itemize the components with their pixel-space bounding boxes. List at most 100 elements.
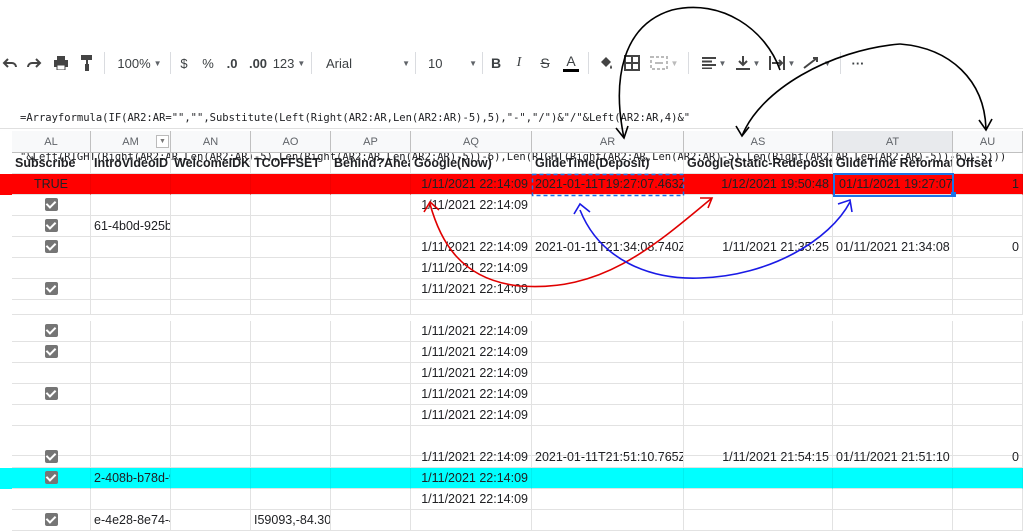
- borders-icon[interactable]: [622, 44, 642, 82]
- cell-ao[interactable]: [251, 384, 331, 405]
- header-cell-am[interactable]: IntroVideoID: [91, 153, 171, 174]
- cell-ar[interactable]: [532, 405, 684, 426]
- cell-aq[interactable]: 1/11/2021 22:14:09: [411, 447, 532, 468]
- cell-an[interactable]: [171, 342, 251, 363]
- cell-as[interactable]: [684, 321, 833, 342]
- cell-ao[interactable]: [251, 300, 331, 315]
- cell-ar[interactable]: [532, 363, 684, 384]
- cell-au[interactable]: [953, 300, 1023, 315]
- cell-ao[interactable]: [251, 195, 331, 216]
- cell-at[interactable]: [833, 468, 953, 489]
- cell-al[interactable]: [12, 195, 91, 216]
- header-cell-an[interactable]: WelcomeIDKe: [171, 153, 251, 174]
- cell-al[interactable]: [12, 363, 91, 384]
- text-rotate-icon[interactable]: ▼: [802, 44, 832, 82]
- italic-button[interactable]: I: [513, 44, 525, 82]
- cell-aq[interactable]: 1/11/2021 22:14:09: [411, 237, 532, 258]
- cell-am[interactable]: [91, 447, 171, 468]
- currency-button[interactable]: $: [176, 44, 192, 82]
- cell-an[interactable]: [171, 384, 251, 405]
- cell-au[interactable]: [953, 321, 1023, 342]
- cell-am[interactable]: [91, 258, 171, 279]
- cell-ap[interactable]: [331, 237, 411, 258]
- cell-au[interactable]: 0: [953, 447, 1023, 468]
- cell-ao[interactable]: [251, 237, 331, 258]
- cell-ar[interactable]: [532, 489, 684, 510]
- cell-am[interactable]: [91, 489, 171, 510]
- cell-an[interactable]: [171, 447, 251, 468]
- more-formats-button[interactable]: 123 ▼: [273, 44, 306, 82]
- checkbox-checked[interactable]: [44, 324, 58, 337]
- print-icon[interactable]: [50, 44, 72, 82]
- cell-as[interactable]: [684, 195, 833, 216]
- cell-ar[interactable]: 2021-01-11T21:51:10.765Z: [532, 447, 684, 468]
- cell-an[interactable]: [171, 363, 251, 384]
- cell-am[interactable]: [91, 300, 171, 315]
- cell-at[interactable]: 01/11/2021 21:51:10: [833, 447, 953, 468]
- cell-ao[interactable]: [251, 342, 331, 363]
- cell-as[interactable]: 1/12/2021 19:50:48: [684, 174, 833, 195]
- cell-at[interactable]: [833, 489, 953, 510]
- cell-al[interactable]: TRUE: [12, 174, 91, 195]
- cell-ar[interactable]: [532, 279, 684, 300]
- cell-al[interactable]: [12, 405, 91, 426]
- cell-at[interactable]: [833, 384, 953, 405]
- cell-ar[interactable]: [532, 258, 684, 279]
- cell-au[interactable]: 1: [953, 174, 1023, 195]
- cell-au[interactable]: [953, 279, 1023, 300]
- cell-ar[interactable]: [532, 321, 684, 342]
- cell-am[interactable]: [91, 195, 171, 216]
- checkbox-checked[interactable]: [44, 282, 58, 295]
- header-cell-ar[interactable]: GlideTime(Deposit): [532, 153, 684, 174]
- cell-am[interactable]: [91, 279, 171, 300]
- cell-an[interactable]: [171, 237, 251, 258]
- cell-ar[interactable]: 2021-01-11T21:34:08.740Z: [532, 237, 684, 258]
- header-cell-ao[interactable]: TCOFFSET: [251, 153, 331, 174]
- cell-ap[interactable]: [331, 216, 411, 237]
- cell-ap[interactable]: [331, 174, 411, 195]
- cell-ap[interactable]: [331, 279, 411, 300]
- merge-cells-icon[interactable]: ▼: [648, 44, 680, 82]
- cell-aq[interactable]: 1/11/2021 22:14:09: [411, 384, 532, 405]
- cell-al[interactable]: [12, 216, 91, 237]
- cell-aq[interactable]: 1/11/2021 22:14:09: [411, 258, 532, 279]
- cell-ao[interactable]: [251, 258, 331, 279]
- cell-ap[interactable]: [331, 258, 411, 279]
- cell-al[interactable]: [12, 447, 91, 468]
- cell-ar[interactable]: [532, 195, 684, 216]
- cell-al[interactable]: [12, 279, 91, 300]
- cell-ao[interactable]: [251, 174, 331, 195]
- cell-an[interactable]: [171, 489, 251, 510]
- cell-aq[interactable]: [411, 300, 532, 315]
- cell-ar[interactable]: [532, 216, 684, 237]
- cell-at[interactable]: [833, 300, 953, 315]
- cell-ar[interactable]: [532, 342, 684, 363]
- valign-bottom-icon[interactable]: ▼: [734, 44, 762, 82]
- cell-aq[interactable]: 1/11/2021 22:14:09: [411, 279, 532, 300]
- cell-aq[interactable]: 1/11/2021 22:14:09: [411, 363, 532, 384]
- cell-an[interactable]: [171, 468, 251, 489]
- paint-format-icon[interactable]: [77, 44, 97, 82]
- bold-button[interactable]: B: [489, 44, 503, 82]
- cell-au[interactable]: [953, 468, 1023, 489]
- checkbox-checked[interactable]: [44, 198, 58, 211]
- cell-at[interactable]: 01/11/2021 19:27:07: [833, 174, 953, 195]
- decrease-decimal-button[interactable]: .0: [222, 44, 242, 82]
- cell-aq[interactable]: 1/11/2021 22:14:09: [411, 489, 532, 510]
- filter-icon[interactable]: ▼: [156, 135, 169, 148]
- cell-at[interactable]: [833, 405, 953, 426]
- zoom-select[interactable]: 100% ▼: [112, 44, 167, 82]
- checkbox-checked[interactable]: [44, 345, 58, 358]
- cell-ao[interactable]: [251, 489, 331, 510]
- cell-an[interactable]: [171, 510, 251, 531]
- cell-ap[interactable]: [331, 405, 411, 426]
- cell-ar[interactable]: 2021-01-11T19:27:07.463Z: [532, 174, 684, 195]
- cell-am[interactable]: [91, 363, 171, 384]
- cell-au[interactable]: [953, 405, 1023, 426]
- cell-aq[interactable]: [411, 216, 532, 237]
- cell-ao[interactable]: [251, 216, 331, 237]
- undo-icon[interactable]: [0, 44, 20, 82]
- cell-al[interactable]: [12, 237, 91, 258]
- column-header-al[interactable]: AL: [12, 131, 91, 153]
- checkbox-checked[interactable]: [44, 219, 58, 232]
